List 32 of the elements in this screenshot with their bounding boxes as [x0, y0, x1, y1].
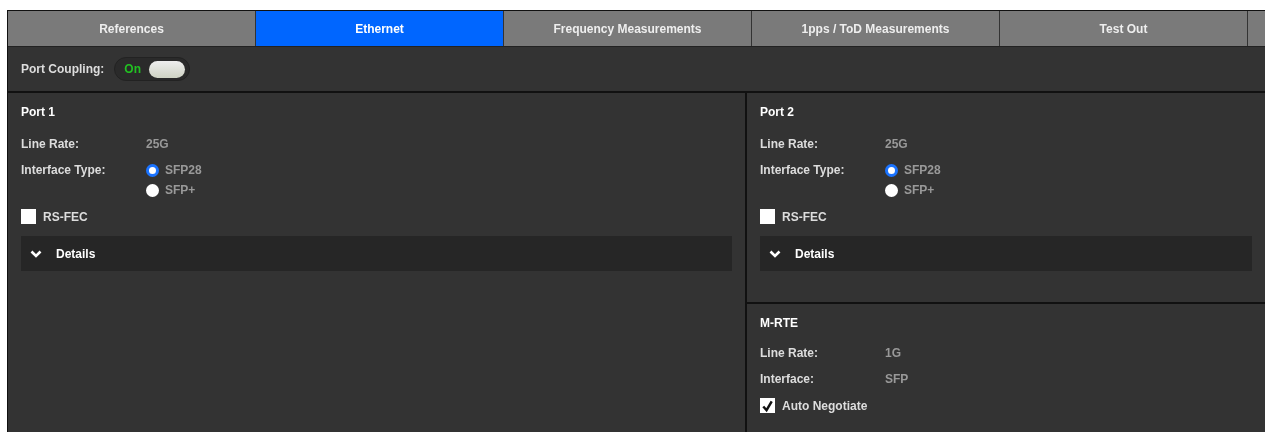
field-label: Line Rate:: [760, 346, 819, 360]
radio-button[interactable]: [885, 183, 898, 197]
radio-button[interactable]: [885, 163, 898, 177]
details-header[interactable]: Details: [21, 236, 732, 271]
radio-label: SFP28: [165, 163, 202, 177]
field-value: 25G: [885, 137, 908, 151]
field-value: 1G: [885, 346, 901, 360]
checkbox[interactable]: [760, 398, 775, 413]
field-label: Interface Type:: [760, 163, 846, 177]
radio-button[interactable]: [146, 183, 159, 197]
checkbox[interactable]: [760, 209, 775, 224]
field-value: SFP: [885, 372, 909, 386]
section-title: Port 2: [760, 105, 795, 119]
field-label: Line Rate:: [21, 137, 80, 151]
toggle-switch[interactable]: On: [114, 57, 191, 81]
radio-label: SFP+: [904, 183, 935, 197]
radio-label: SFP+: [165, 183, 196, 197]
field-label: Interface:: [760, 372, 816, 386]
checkbox-label: Auto Negotiate: [782, 398, 868, 413]
port-coupling-label: Port Coupling:: [21, 62, 105, 76]
radio-button[interactable]: [146, 163, 159, 177]
field-label: Line Rate:: [760, 137, 819, 151]
radio-label: SFP28: [904, 163, 941, 177]
field-value: 25G: [146, 137, 169, 151]
section-title: M-RTE: [760, 316, 799, 330]
section-title: Port 1: [21, 105, 56, 119]
field-label: Interface Type:: [21, 163, 107, 177]
checkbox[interactable]: [21, 209, 36, 224]
checkbox-label: RS-FEC: [43, 209, 88, 224]
tab[interactable]: Ethernet: [256, 11, 504, 46]
checkbox-label: RS-FEC: [782, 209, 827, 224]
details-header[interactable]: Details: [760, 236, 1252, 271]
